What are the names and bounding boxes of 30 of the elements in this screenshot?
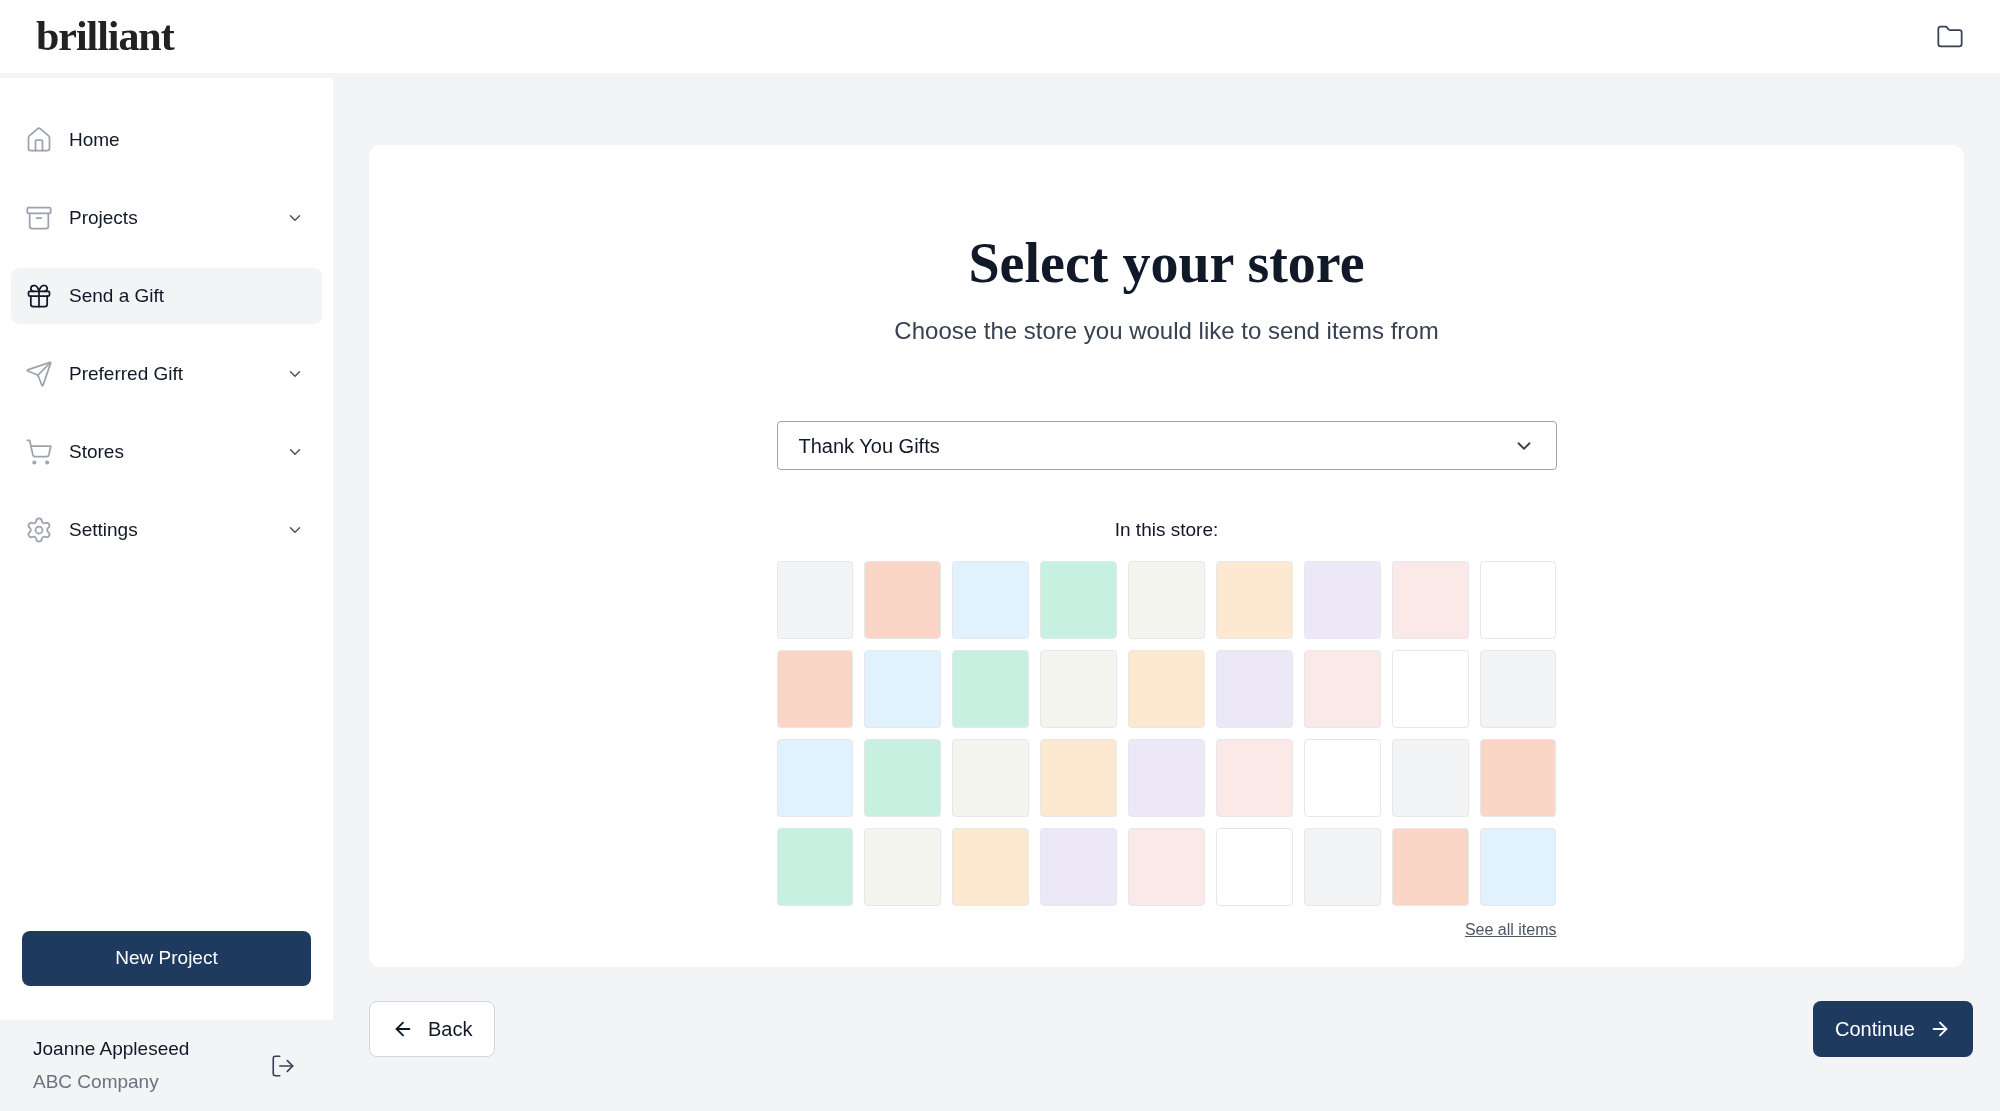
sidebar-label: Settings bbox=[69, 517, 139, 542]
sidebar-item[interactable]: Home bbox=[11, 112, 322, 168]
settings-icon bbox=[25, 516, 53, 544]
send-icon bbox=[25, 360, 53, 388]
sidebar-label: Projects bbox=[69, 205, 139, 230]
items-label: In this store: bbox=[1114, 518, 1219, 542]
sidebar-label: Home bbox=[69, 127, 121, 152]
sidebar-label: Preferred Gift bbox=[69, 361, 185, 386]
page-subtitle: Choose the store you would like to send items from bbox=[894, 316, 1439, 346]
sidebar-item[interactable]: Settings bbox=[11, 502, 322, 558]
company-name: ABC Company bbox=[33, 1069, 160, 1094]
sidebar-item[interactable]: Projects bbox=[11, 190, 322, 246]
sidebar-item[interactable]: Stores bbox=[11, 424, 322, 480]
page-title: Select your store bbox=[968, 231, 1365, 296]
see-all-items-link[interactable]: See all items bbox=[1464, 917, 1557, 942]
back-button[interactable]: Back bbox=[369, 1001, 496, 1057]
archive-icon bbox=[25, 204, 53, 232]
user-name: Joanne Appleseed bbox=[33, 1037, 190, 1061]
gift-icon bbox=[25, 282, 53, 310]
sidebar-label: Stores bbox=[69, 439, 125, 464]
continue-button[interactable]: Continue bbox=[1812, 1001, 1973, 1057]
home-icon bbox=[25, 126, 53, 154]
new-project-button[interactable]: New Project bbox=[22, 931, 311, 986]
sidebar-item[interactable]: Preferred Gift bbox=[11, 346, 322, 402]
sidebar-item[interactable]: Send a Gift bbox=[11, 268, 322, 324]
logout-icon[interactable] bbox=[270, 1052, 296, 1079]
logo: brilliant bbox=[36, 12, 174, 61]
sidebar-label: Send a Gift bbox=[69, 283, 166, 308]
store-select[interactable]: Thank You Gifts bbox=[776, 421, 1557, 470]
cart-icon bbox=[25, 438, 53, 466]
